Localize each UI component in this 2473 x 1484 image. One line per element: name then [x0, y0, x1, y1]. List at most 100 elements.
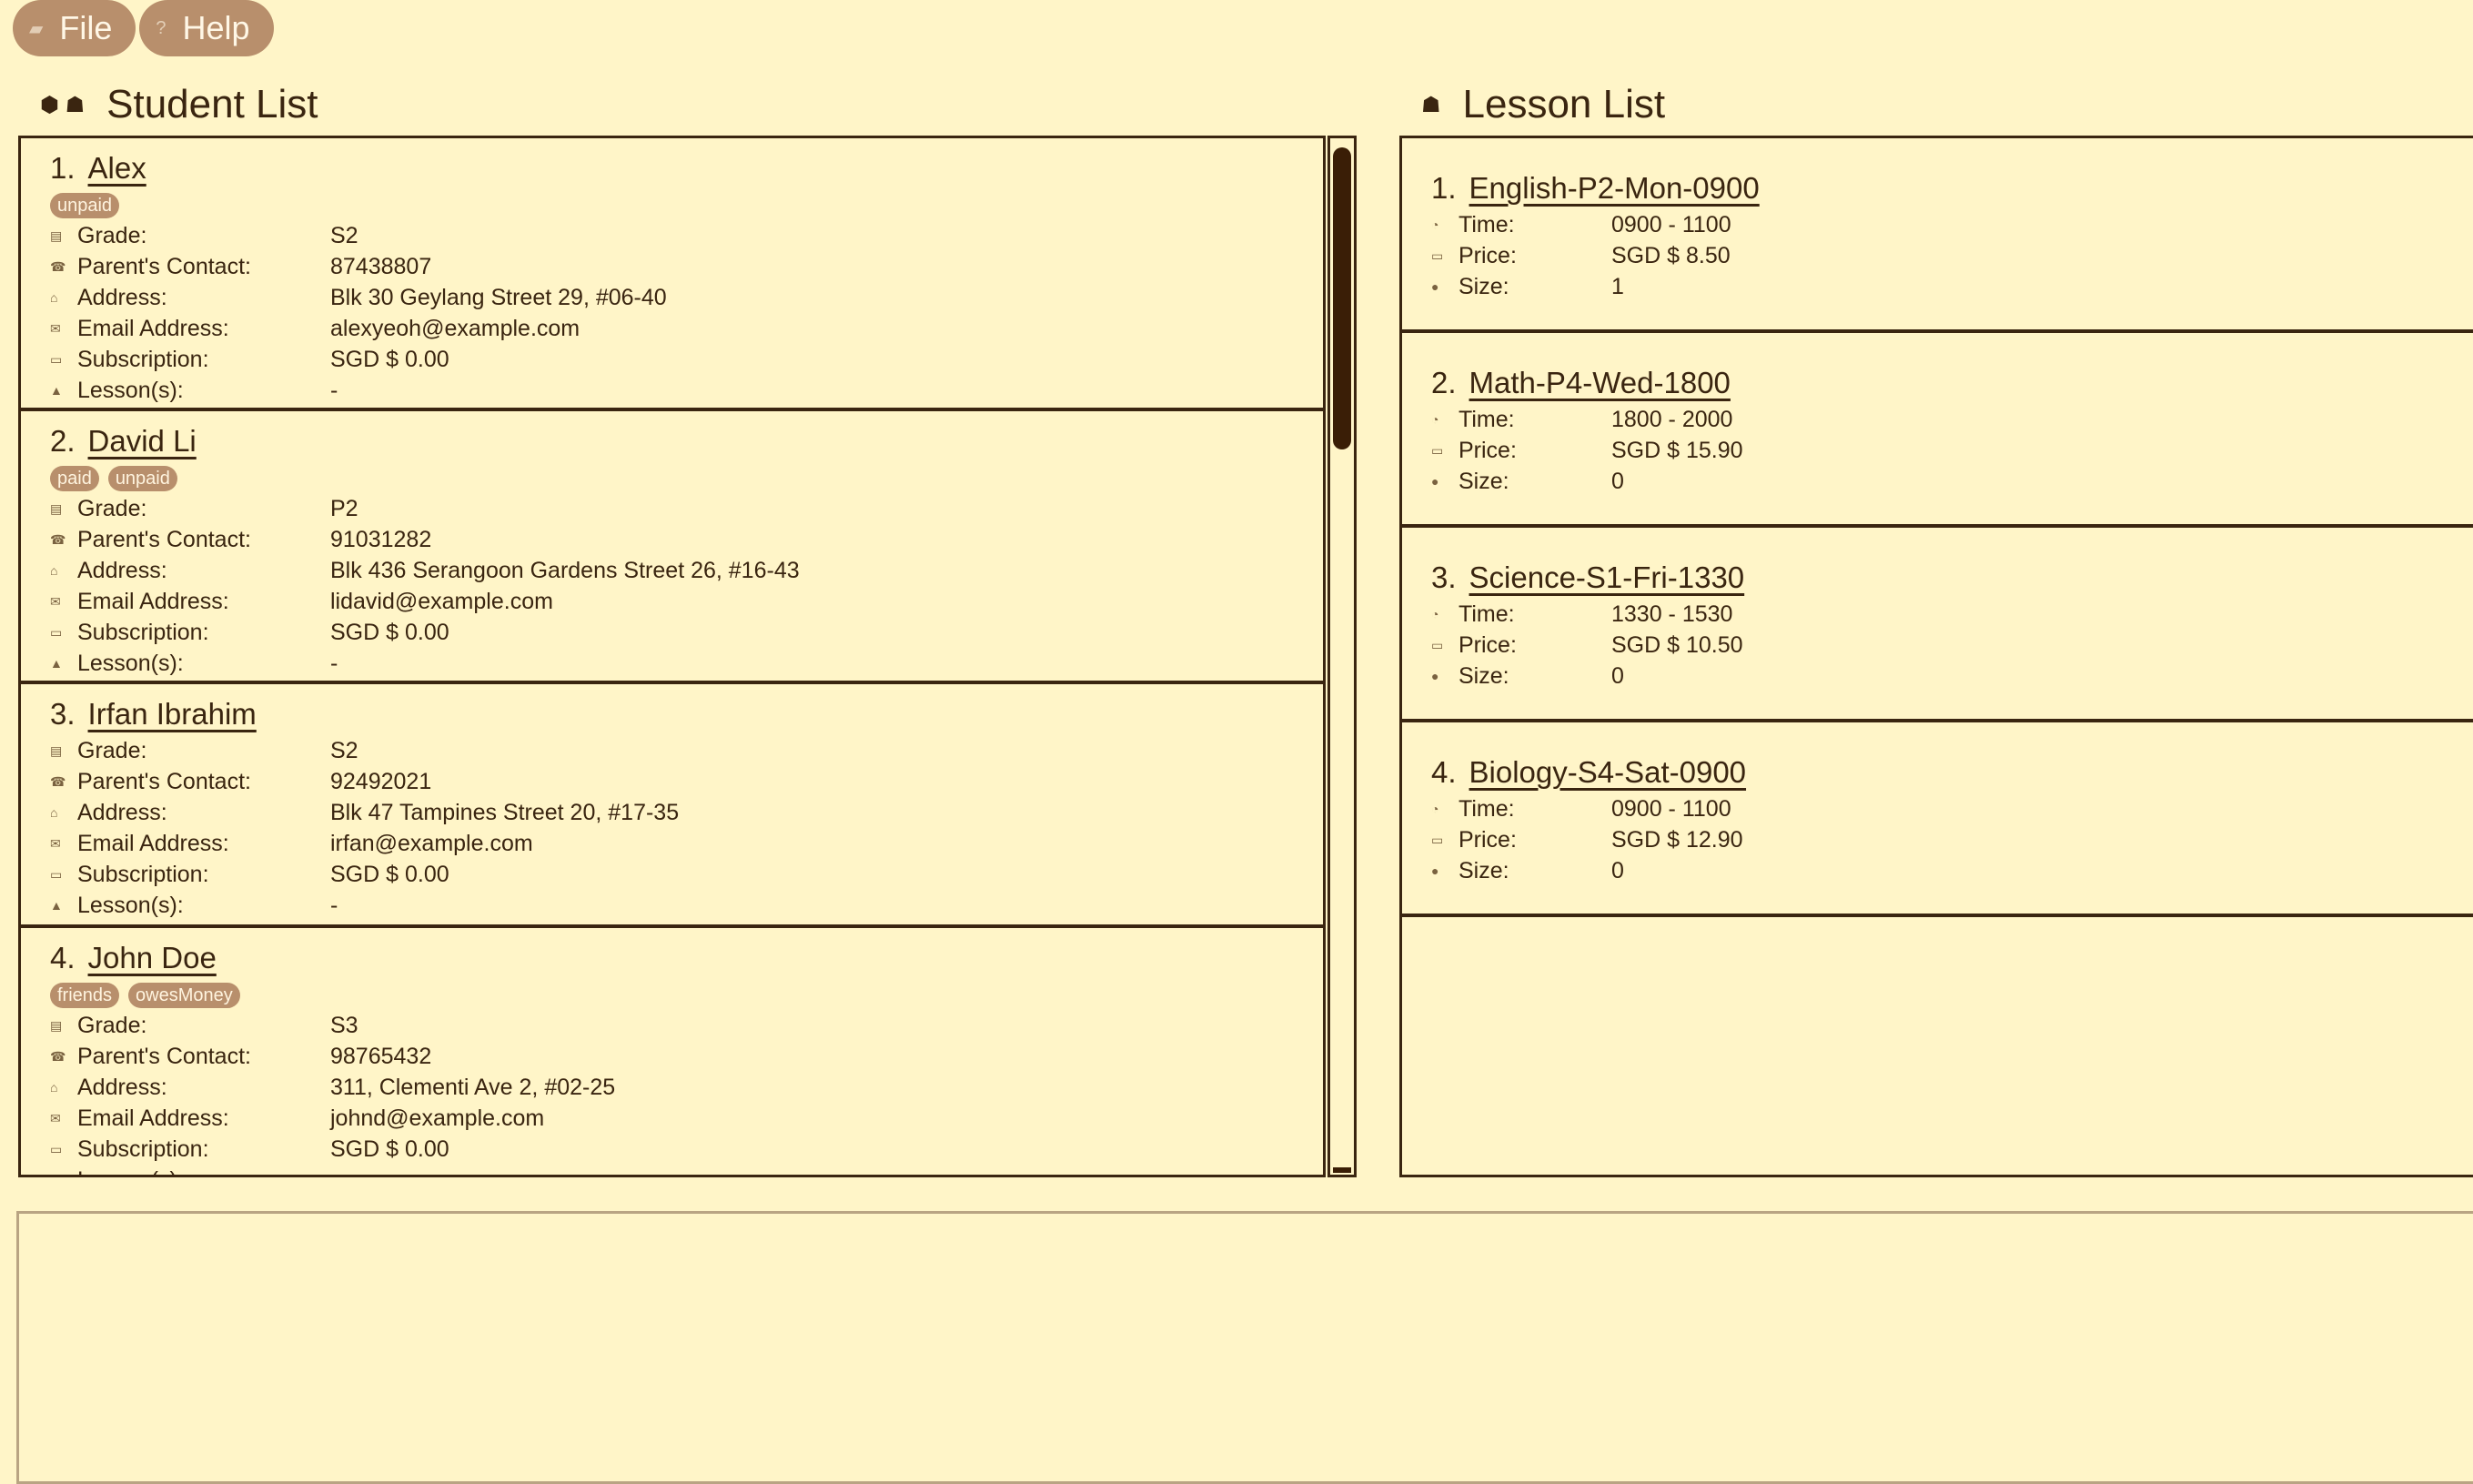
field-value: Blk 47 Tampines Street 20, #17-35 [330, 799, 680, 825]
field-label: Email Address: [77, 1105, 229, 1131]
student-card[interactable]: 3. Irfan Ibrahim ▤ Grade: S2 ☎ Parent's … [21, 684, 1323, 928]
student-field: ✉ Email Address: irfan@example.com [50, 828, 1323, 859]
clock-icon: ◔ [1431, 217, 1439, 232]
student-name: Alex [87, 151, 146, 185]
field-label: Subscription: [77, 619, 209, 645]
field-label: Time: [1459, 601, 1515, 627]
student-list-scrollbar[interactable] [1327, 136, 1357, 1177]
student-card[interactable]: 2. David Li paid unpaid ▤ Grade: P2 ☎ Par… [21, 411, 1323, 684]
file-menu-button[interactable]: ▰ File [13, 0, 136, 56]
field-label: Time: [1459, 211, 1515, 237]
lesson-field: ◔ Time: 1800 - 2000 [1431, 404, 2473, 435]
field-value: 91031282 [330, 526, 432, 552]
field-label: Parent's Contact: [77, 768, 251, 794]
student-index: 2. [50, 424, 76, 458]
field-label: Email Address: [77, 830, 229, 856]
field-value: 1330 - 1530 [1611, 601, 1733, 627]
student-list-title: Student List [106, 82, 318, 126]
lesson-card[interactable]: 3. Science-S1-Fri-1330 ◔ Time: 1330 - 15… [1402, 528, 2473, 722]
tag-badge: unpaid [50, 193, 120, 218]
student-list-header: ⬢ ☗ Student List [40, 75, 318, 135]
field-label: Price: [1459, 437, 1517, 463]
grade-icon: ▤ [50, 500, 63, 516]
field-value: alexyeoh@example.com [330, 315, 580, 341]
email-icon: ✉ [50, 1110, 61, 1126]
grade-icon: ▤ [50, 742, 63, 758]
help-menu-button[interactable]: ? Help [139, 0, 274, 56]
lesson-card-header: 1. English-P2-Mon-0900 [1431, 171, 2473, 209]
lesson-field: ▭ Price: SGD $ 10.50 [1431, 630, 2473, 661]
lesson-icon: ▲ [50, 898, 63, 913]
field-label: Time: [1459, 795, 1515, 822]
lesson-index: 1. [1431, 171, 1457, 205]
student-card-header: 1. Alex [50, 151, 1323, 189]
student-field: ▭ Subscription: SGD $ 0.00 [50, 1134, 1323, 1165]
home-icon: ⌂ [50, 1080, 58, 1095]
student-field: ▭ Subscription: SGD $ 0.00 [50, 859, 1323, 890]
email-icon: ✉ [50, 593, 61, 609]
grade-icon: ▤ [50, 227, 63, 243]
field-value: SGD $ 0.00 [330, 346, 449, 372]
field-value: 1800 - 2000 [1611, 406, 1733, 432]
field-label: Lesson(s): [77, 377, 184, 403]
field-value: SGD $ 8.50 [1611, 242, 1731, 268]
lesson-field: ▭ Price: SGD $ 12.90 [1431, 824, 2473, 855]
field-value: Blk 436 Serangoon Gardens Street 26, #16… [330, 557, 800, 583]
student-field: ✉ Email Address: johnd@example.com [50, 1103, 1323, 1134]
lesson-index: 4. [1431, 755, 1457, 789]
grade-icon: ▤ [50, 1017, 63, 1033]
student-name: John Doe [87, 941, 217, 974]
scrollbar-thumb[interactable] [1333, 147, 1351, 449]
field-label: Price: [1459, 631, 1517, 658]
field-label: Size: [1459, 273, 1509, 299]
student-list[interactable]: 1. Alex unpaid ▤ Grade: S2 ☎ Parent's Co… [18, 136, 1326, 1177]
field-label: Email Address: [77, 588, 229, 614]
student-field: ▲ Lesson(s): - [50, 890, 1323, 921]
lesson-card[interactable]: 2. Math-P4-Wed-1800 ◔ Time: 1800 - 2000 … [1402, 333, 2473, 528]
lesson-field: ● Size: 0 [1431, 466, 2473, 497]
lesson-card[interactable]: 4. Biology-S4-Sat-0900 ◔ Time: 0900 - 11… [1402, 722, 2473, 917]
field-value: SGD $ 0.00 [330, 619, 449, 645]
student-card[interactable]: 4. John Doe friends owesMoney ▤ Grade: S3… [21, 928, 1323, 1176]
student-tags: unpaid [50, 193, 1323, 218]
email-icon: ✉ [50, 835, 61, 851]
student-tags: friends owesMoney [50, 983, 1323, 1008]
file-menu-label: File [59, 9, 113, 46]
size-icon: ● [1431, 474, 1439, 489]
lesson-name: Math-P4-Wed-1800 [1469, 366, 1731, 399]
lesson-card-header: 4. Biology-S4-Sat-0900 [1431, 755, 2473, 793]
student-card-header: 4. John Doe [50, 941, 1323, 979]
field-value: S3 [330, 1012, 358, 1038]
field-label: Email Address: [77, 315, 229, 341]
scroll-down-arrow[interactable] [1333, 1167, 1351, 1173]
field-label: Lesson(s): [77, 650, 184, 676]
field-label: Address: [77, 557, 167, 583]
student-field: ☎ Parent's Contact: 87438807 [50, 251, 1323, 282]
field-value: SGD $ 0.00 [330, 861, 449, 887]
field-label: Parent's Contact: [77, 253, 251, 279]
field-label: Lesson(s): [77, 1167, 330, 1176]
money-icon: ▭ [1431, 832, 1444, 847]
field-value: 98765432 [330, 1043, 432, 1069]
student-field: ⌂ Address: Blk 436 Serangoon Gardens Str… [50, 555, 1323, 586]
file-icon: ▰ [29, 18, 44, 39]
result-display[interactable] [16, 1211, 2473, 1484]
home-icon: ⌂ [50, 290, 58, 305]
student-field: ✉ Email Address: alexyeoh@example.com [50, 313, 1323, 344]
lesson-field: ▭ Price: SGD $ 15.90 [1431, 435, 2473, 466]
lesson-list[interactable]: 1. English-P2-Mon-0900 ◔ Time: 0900 - 11… [1399, 136, 2473, 1177]
tag-badge: paid [50, 466, 99, 491]
field-value: S2 [330, 737, 358, 763]
field-label: Subscription: [77, 1136, 209, 1162]
field-value: johnd@example.com [330, 1105, 545, 1131]
student-card[interactable]: 1. Alex unpaid ▤ Grade: S2 ☎ Parent's Co… [21, 138, 1323, 411]
student-field: ▭ Subscription: SGD $ 0.00 [50, 344, 1323, 375]
phone-icon: ☎ [50, 258, 66, 274]
field-value: SGD $ 12.90 [1611, 826, 1743, 853]
lesson-card[interactable]: 1. English-P2-Mon-0900 ◔ Time: 0900 - 11… [1402, 138, 2473, 333]
tag-badge: owesMoney [128, 983, 240, 1008]
field-label: Address: [77, 1074, 167, 1100]
lesson-list-header: ☗ Lesson List [1421, 75, 1665, 135]
money-icon: ▭ [1431, 247, 1444, 263]
field-value: 0900 - 1100 [1611, 211, 1731, 237]
